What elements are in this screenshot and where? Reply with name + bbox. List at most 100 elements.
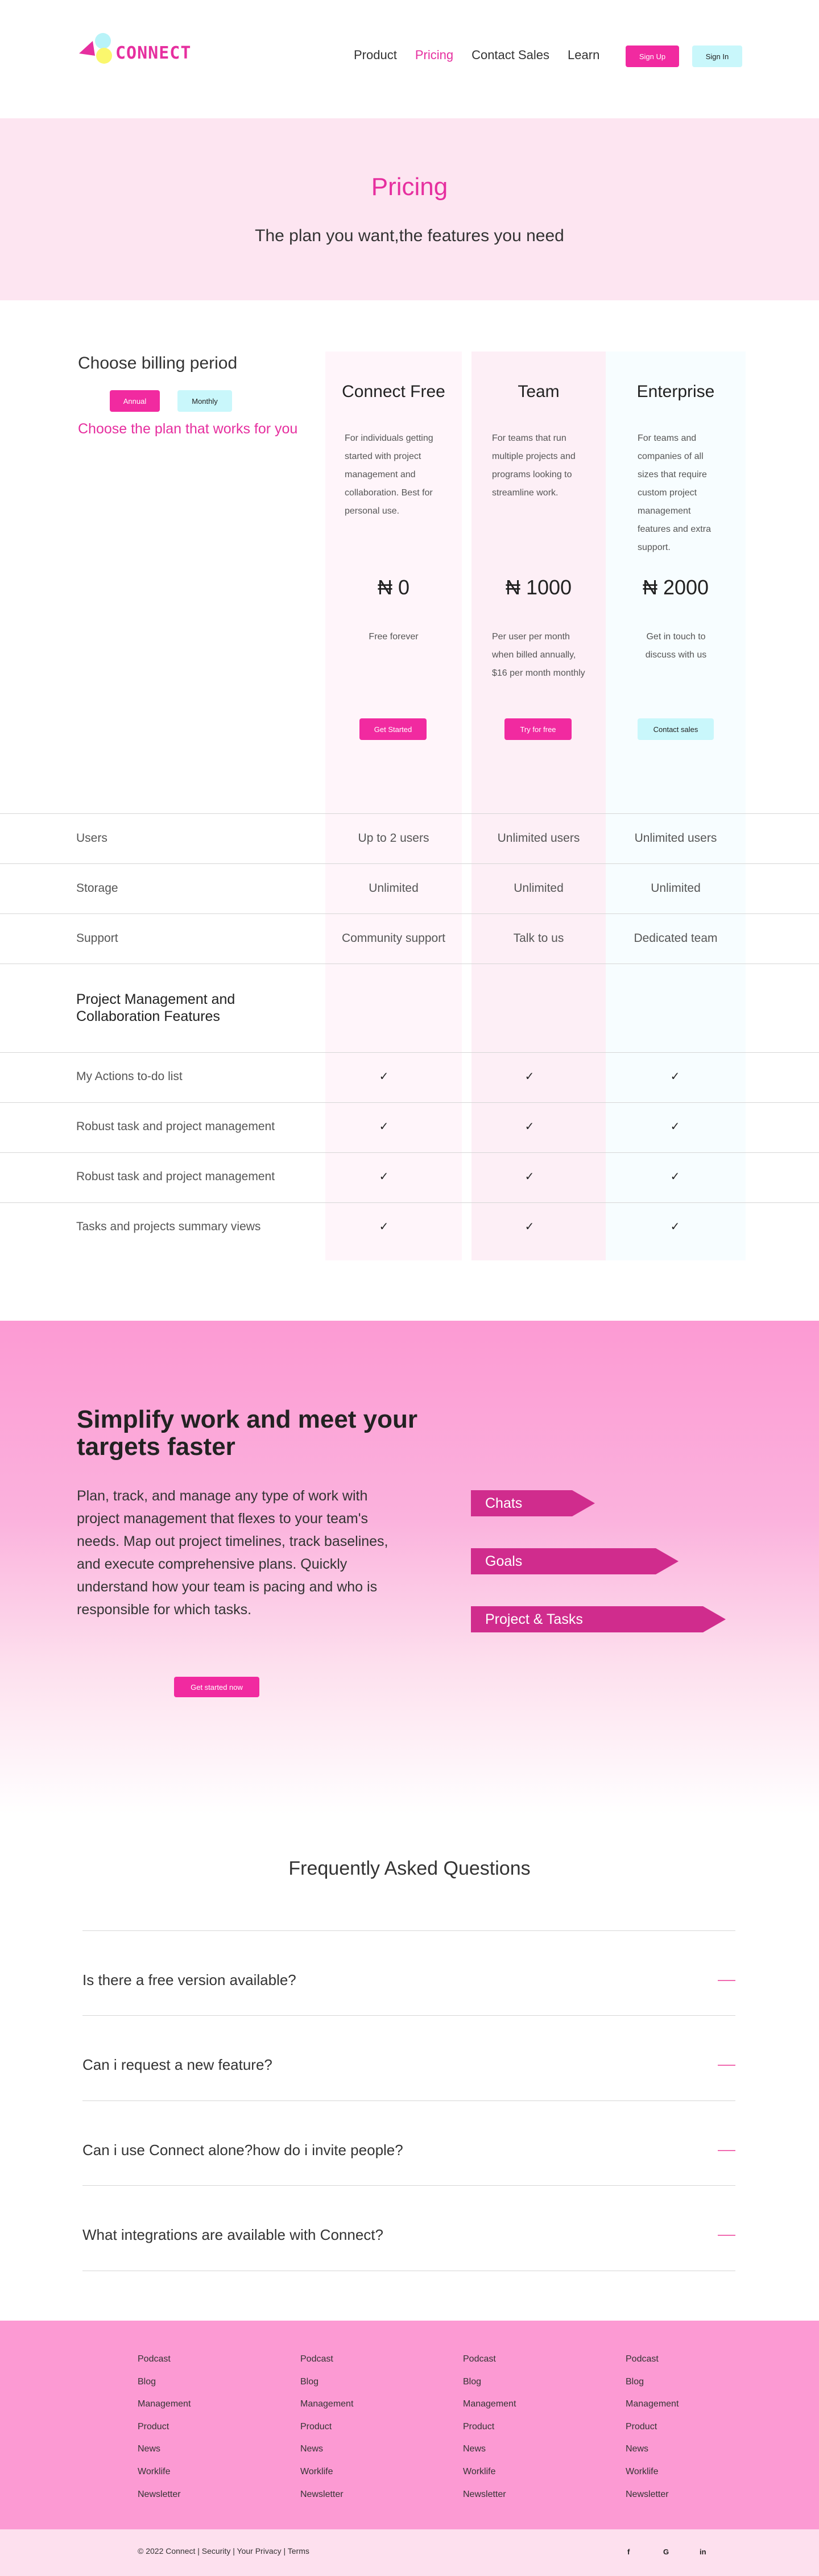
plan-note-team: Per user per month when billed annually,… bbox=[492, 632, 585, 678]
google-icon[interactable]: G bbox=[663, 2548, 669, 2556]
footer-link[interactable]: Podcast bbox=[138, 2351, 191, 2374]
row-divider bbox=[0, 1052, 819, 1053]
page-subtitle: The plan you want,the features you need bbox=[255, 226, 564, 245]
footer-link[interactable]: Product bbox=[300, 2418, 353, 2441]
plan-note-free: Free forever bbox=[369, 632, 419, 642]
footer-column: Podcast Blog Management Product News Wor… bbox=[300, 2351, 353, 2508]
check-icon: ✓ bbox=[670, 1120, 680, 1133]
hero-banner: Pricing The plan you want,the features y… bbox=[0, 118, 819, 300]
check-icon: ✓ bbox=[670, 1221, 680, 1233]
footer-link[interactable]: Management bbox=[138, 2396, 191, 2418]
minus-icon[interactable] bbox=[718, 1980, 735, 1981]
facebook-icon[interactable]: f bbox=[627, 2548, 630, 2556]
check-icon: ✓ bbox=[524, 1120, 535, 1133]
sign-in-button[interactable]: Sign In bbox=[692, 46, 742, 67]
footer-column: Podcast Blog Management Product News Wor… bbox=[626, 2351, 679, 2508]
footer-link[interactable]: News bbox=[300, 2441, 353, 2463]
feature-label: Tasks and projects summary views bbox=[76, 1220, 261, 1233]
footer-link[interactable]: Podcast bbox=[463, 2351, 516, 2374]
simplify-section: Simplify work and meet your targets fast… bbox=[0, 1321, 819, 1814]
nav-learn[interactable]: Learn bbox=[568, 48, 599, 63]
footer-link[interactable]: News bbox=[626, 2441, 679, 2463]
faq-question[interactable]: What integrations are available with Con… bbox=[82, 2226, 383, 2244]
faq-divider bbox=[82, 2015, 735, 2016]
footer-link[interactable]: Management bbox=[300, 2396, 353, 2418]
faq-question[interactable]: Can i request a new feature? bbox=[82, 2056, 272, 2074]
footer-link[interactable]: News bbox=[138, 2441, 191, 2463]
faq-title: Frequently Asked Questions bbox=[288, 1858, 531, 1879]
pricing-page: CONNECT Product Pricing Contact Sales Le… bbox=[0, 0, 819, 2576]
tag-goals: Goals bbox=[471, 1548, 679, 1574]
footer-link[interactable]: Podcast bbox=[626, 2351, 679, 2374]
row-value: Up to 2 users bbox=[358, 832, 429, 845]
footer-link[interactable]: Newsletter bbox=[626, 2486, 679, 2509]
faq-question[interactable]: Is there a free version available? bbox=[82, 1971, 296, 1989]
footer-link[interactable]: Worklife bbox=[138, 2463, 191, 2486]
monthly-toggle[interactable]: Monthly bbox=[177, 390, 232, 412]
footer-link[interactable]: Podcast bbox=[300, 2351, 353, 2374]
footer-link[interactable]: Worklife bbox=[626, 2463, 679, 2486]
footer-link[interactable]: News bbox=[463, 2441, 516, 2463]
minus-icon[interactable] bbox=[718, 2065, 735, 2066]
footer-link[interactable]: Blog bbox=[626, 2374, 679, 2396]
footer-link[interactable]: Worklife bbox=[463, 2463, 516, 2486]
row-divider bbox=[0, 813, 819, 814]
footer-link[interactable]: Management bbox=[463, 2396, 516, 2418]
try-for-free-button[interactable]: Try for free bbox=[504, 718, 572, 740]
row-divider bbox=[0, 863, 819, 864]
plan-price-free: ₦ 0 bbox=[377, 576, 410, 599]
row-value: Community support bbox=[341, 932, 446, 945]
footer-column: Podcast Blog Management Product News Wor… bbox=[138, 2351, 191, 2508]
footer-link[interactable]: Newsletter bbox=[300, 2486, 353, 2509]
check-icon: ✓ bbox=[670, 1171, 680, 1183]
footer-link[interactable]: Newsletter bbox=[463, 2486, 516, 2509]
nav-contact-sales[interactable]: Contact Sales bbox=[471, 48, 549, 63]
simplify-title: Simplify work and meet your targets fast… bbox=[77, 1405, 418, 1461]
row-divider bbox=[0, 913, 819, 914]
footer-bottom-bar: © 2022 Connect | Security | Your Privacy… bbox=[0, 2529, 819, 2576]
row-value: Talk to us bbox=[513, 932, 564, 945]
footer-link[interactable]: Product bbox=[138, 2418, 191, 2441]
row-value: Unlimited users bbox=[497, 832, 580, 845]
minus-icon[interactable] bbox=[718, 2150, 735, 2151]
minus-icon[interactable] bbox=[718, 2235, 735, 2236]
footer-link[interactable]: Blog bbox=[300, 2374, 353, 2396]
main-nav: Product Pricing Contact Sales Learn bbox=[354, 48, 599, 63]
faq-divider bbox=[82, 1930, 735, 1931]
contact-sales-button[interactable]: Contact sales bbox=[638, 718, 714, 740]
get-started-now-button[interactable]: Get started now bbox=[174, 1677, 259, 1697]
row-divider bbox=[0, 1202, 819, 1203]
plan-price-team: ₦ 1000 bbox=[505, 576, 572, 599]
row-label-support: Support bbox=[76, 932, 118, 945]
footer-link[interactable]: Product bbox=[463, 2418, 516, 2441]
check-icon: ✓ bbox=[524, 1171, 535, 1183]
feature-label: My Actions to-do list bbox=[76, 1070, 183, 1083]
row-value: Unlimited users bbox=[634, 832, 717, 845]
footer-link[interactable]: Product bbox=[626, 2418, 679, 2441]
plan-desc-team: For teams that run multiple projects and… bbox=[492, 433, 576, 498]
nav-product[interactable]: Product bbox=[354, 48, 397, 63]
annual-toggle[interactable]: Annual bbox=[110, 390, 160, 412]
sign-up-button[interactable]: Sign Up bbox=[626, 46, 679, 67]
row-label-users: Users bbox=[76, 832, 107, 845]
logo[interactable]: CONNECT bbox=[78, 30, 209, 69]
nav-pricing[interactable]: Pricing bbox=[415, 48, 453, 63]
plan-note-enterprise: Get in touch to discuss with us bbox=[645, 632, 707, 660]
footer-link[interactable]: Blog bbox=[463, 2374, 516, 2396]
plan-name-enterprise: Enterprise bbox=[636, 382, 715, 401]
feature-label: Robust task and project management bbox=[76, 1170, 275, 1183]
linkedin-icon[interactable]: in bbox=[700, 2548, 706, 2556]
plan-desc-free: For individuals getting started with pro… bbox=[345, 433, 433, 516]
footer-link[interactable]: Worklife bbox=[300, 2463, 353, 2486]
footer-link[interactable]: Newsletter bbox=[138, 2486, 191, 2509]
row-value: Unlimited bbox=[369, 882, 419, 895]
faq-divider bbox=[82, 2185, 735, 2186]
check-icon: ✓ bbox=[524, 1070, 535, 1083]
check-icon: ✓ bbox=[524, 1221, 535, 1233]
plan-name-free: Connect Free bbox=[342, 382, 445, 401]
faq-question[interactable]: Can i use Connect alone?how do i invite … bbox=[82, 2141, 403, 2159]
footer-link[interactable]: Management bbox=[626, 2396, 679, 2418]
footer-link[interactable]: Blog bbox=[138, 2374, 191, 2396]
get-started-button[interactable]: Get Started bbox=[359, 718, 427, 740]
check-icon: ✓ bbox=[379, 1070, 389, 1083]
